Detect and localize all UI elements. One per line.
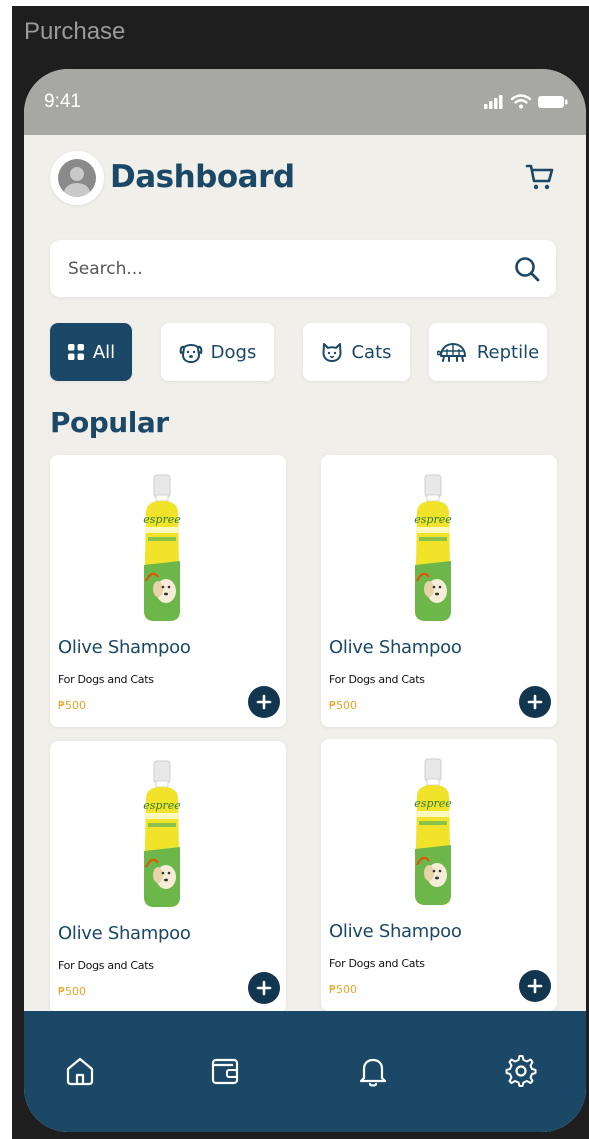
svg-text:espree: espree (414, 513, 452, 526)
product-description: For Dogs and Cats (58, 959, 154, 972)
product-description: For Dogs and Cats (329, 957, 425, 970)
product-card[interactable]: espree Olive Shampoo For Dogs and Cats ₱… (321, 739, 557, 1011)
signal-icon (484, 94, 503, 109)
svg-text:espree: espree (143, 513, 181, 526)
wallet-icon[interactable] (207, 1053, 243, 1089)
status-icons (484, 94, 568, 109)
avatar[interactable] (50, 151, 104, 205)
plus-icon (256, 980, 272, 996)
status-bar: 9:41 (24, 69, 586, 135)
product-card[interactable]: espree Olive Shampoo For Dogs and Cats ₱… (50, 455, 286, 727)
category-dogs[interactable]: Dogs (161, 323, 274, 381)
shampoo-bottle-image: espree (143, 474, 181, 621)
shampoo-bottle-image: espree (414, 474, 452, 621)
product-price: ₱500 (58, 985, 86, 998)
plus-icon (527, 694, 543, 710)
search-icon[interactable] (512, 254, 542, 284)
bottom-nav (24, 1011, 586, 1132)
shampoo-bottle-image: espree (143, 760, 181, 907)
cart-icon[interactable] (524, 161, 556, 193)
product-price: ₱500 (329, 699, 357, 712)
frame-label: Purchase (24, 18, 126, 45)
product-description: For Dogs and Cats (329, 673, 425, 686)
add-to-cart-button[interactable] (519, 686, 551, 718)
product-name: Olive Shampoo (58, 637, 191, 658)
category-reptile[interactable]: Reptile (429, 323, 547, 381)
svg-text:espree: espree (414, 797, 452, 810)
plus-icon (256, 694, 272, 710)
page-title: Dashboard (110, 159, 295, 195)
search-bar (50, 240, 556, 297)
avatar-icon (58, 159, 96, 197)
section-title-popular: Popular (50, 406, 169, 439)
category-cats[interactable]: Cats (303, 323, 410, 381)
bell-icon[interactable] (355, 1053, 391, 1089)
cat-icon (322, 343, 342, 362)
product-name: Olive Shampoo (329, 637, 462, 658)
category-label: All (92, 341, 116, 363)
plus-icon (527, 978, 543, 994)
product-card[interactable]: espree Olive Shampoo For Dogs and Cats ₱… (50, 741, 286, 1013)
turtle-icon (436, 343, 466, 362)
add-to-cart-button[interactable] (248, 972, 280, 1004)
add-to-cart-button[interactable] (519, 970, 551, 1002)
svg-text:espree: espree (143, 799, 181, 812)
category-all[interactable]: All (50, 323, 132, 381)
dog-icon (179, 344, 203, 363)
product-price: ₱500 (58, 699, 86, 712)
product-card[interactable]: espree Olive Shampoo For Dogs and Cats ₱… (321, 455, 557, 727)
category-label: Dogs (210, 341, 257, 363)
home-icon[interactable] (62, 1053, 98, 1089)
product-name: Olive Shampoo (329, 921, 462, 942)
battery-icon (538, 95, 568, 108)
shampoo-bottle-image: espree (414, 758, 452, 905)
product-description: For Dogs and Cats (58, 673, 154, 686)
product-price: ₱500 (329, 983, 357, 996)
search-input[interactable] (68, 258, 512, 279)
grid-icon (67, 344, 84, 360)
wifi-icon (511, 94, 531, 109)
product-name: Olive Shampoo (58, 923, 191, 944)
phone-screen: 9:41 Dashboard Search... All Dogs Cats R… (24, 69, 586, 1132)
category-label: Cats (351, 341, 392, 363)
status-time: 9:41 (44, 91, 81, 112)
category-label: Reptile (476, 341, 540, 363)
add-to-cart-button[interactable] (248, 686, 280, 718)
settings-icon[interactable] (503, 1053, 539, 1089)
